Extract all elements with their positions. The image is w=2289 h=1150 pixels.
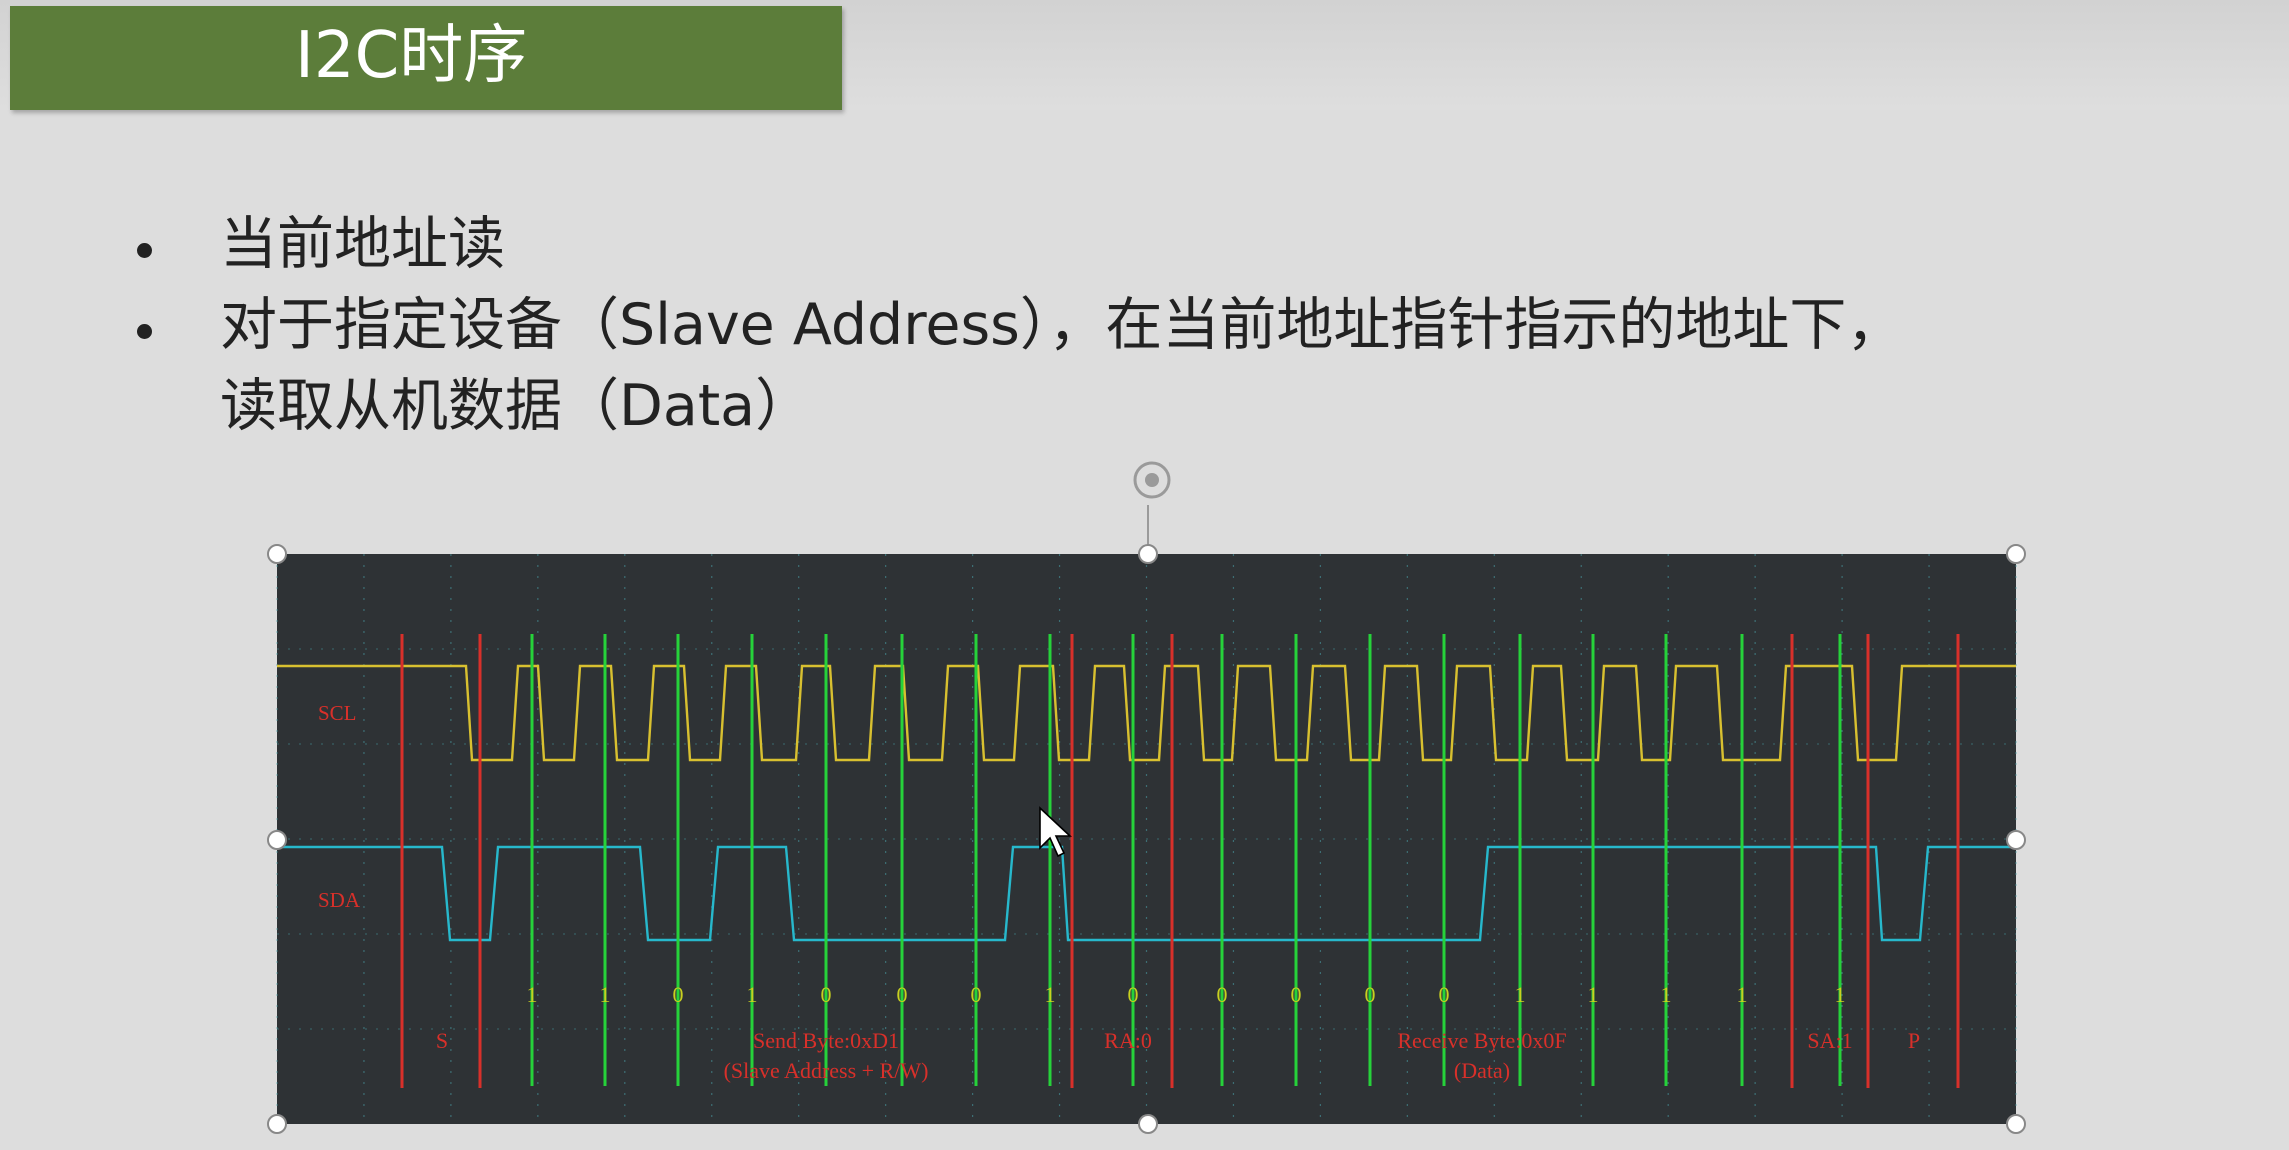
segment-label: Receive Byte:0x0F — [1397, 1028, 1566, 1053]
resize-handle[interactable] — [267, 830, 287, 850]
signal-label-scl: SCL — [318, 701, 357, 725]
resize-handle[interactable] — [1138, 544, 1158, 564]
bit-value-label: 1 — [1588, 982, 1599, 1007]
bit-value-label: 0 — [897, 982, 908, 1007]
segment-label: (Slave Address + R/W) — [724, 1058, 929, 1083]
bit-value-label: 1 — [1737, 982, 1748, 1007]
bit-value-label: 0 — [1365, 982, 1376, 1007]
segment-label: SA:1 — [1807, 1028, 1852, 1053]
resize-handle[interactable] — [267, 1114, 287, 1134]
bit-value-label: 1 — [1661, 982, 1672, 1007]
bit-value-label: 0 — [971, 982, 982, 1007]
bit-value-label: 1 — [600, 982, 611, 1007]
i2c-timing-diagram[interactable]: SCL SDA 1 1 0 1 0 0 0 1 0 0 0 0 0 1 1 1 1 1 S Send Byte:0xD1 (… — [0, 0, 2289, 1150]
bit-value-label: 1 — [1045, 982, 1056, 1007]
bit-value-label: 1 — [527, 982, 538, 1007]
segment-label: (Data) — [1454, 1058, 1510, 1083]
bit-value-label: 0 — [1217, 982, 1228, 1007]
segment-label: RA:0 — [1104, 1028, 1152, 1053]
resize-handle[interactable] — [2006, 544, 2026, 564]
bit-value-label: 1 — [1835, 982, 1846, 1007]
resize-handle[interactable] — [1138, 1114, 1158, 1134]
segment-label: Send Byte:0xD1 — [753, 1028, 899, 1053]
bit-value-label: 1 — [747, 982, 758, 1007]
bit-value-label: 0 — [1291, 982, 1302, 1007]
signal-label-sda: SDA — [318, 888, 361, 912]
resize-handle[interactable] — [267, 544, 287, 564]
bit-value-label: 0 — [1128, 982, 1139, 1007]
resize-handle[interactable] — [2006, 830, 2026, 850]
segment-label: S — [436, 1028, 448, 1053]
bit-value-label: 0 — [821, 982, 832, 1007]
rotate-handle-center — [1145, 473, 1159, 487]
segment-label: P — [1908, 1028, 1920, 1053]
bit-value-label: 1 — [1515, 982, 1526, 1007]
resize-handle[interactable] — [2006, 1114, 2026, 1134]
bit-value-label: 0 — [1439, 982, 1450, 1007]
bit-value-label: 0 — [673, 982, 684, 1007]
